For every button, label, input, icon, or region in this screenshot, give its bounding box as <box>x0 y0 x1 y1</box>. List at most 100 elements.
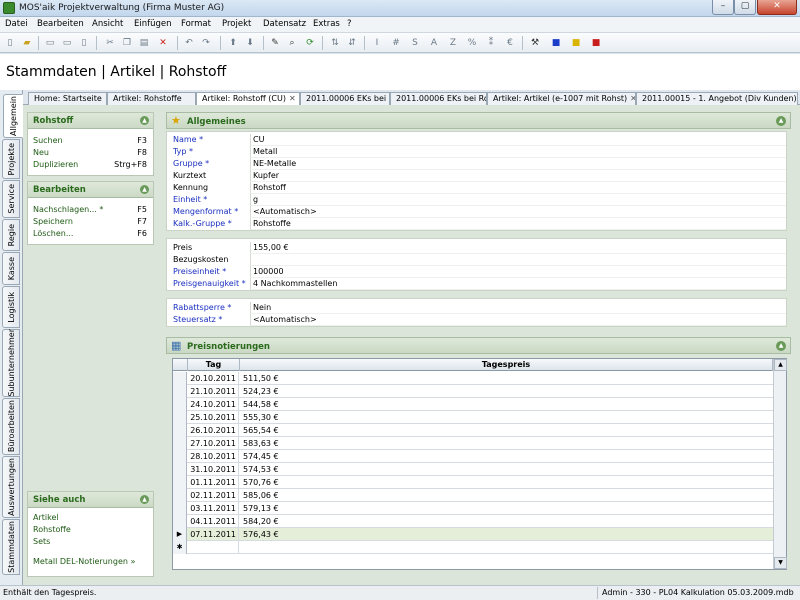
action-duplizieren[interactable]: Duplizieren Strg+F8 <box>28 159 153 171</box>
menu-extras[interactable]: Extras <box>313 19 340 29</box>
table-row[interactable]: 20.10.2011 511,50 € <box>173 372 773 385</box>
currency-icon[interactable]: € <box>503 36 517 50</box>
vtab-service[interactable]: Service <box>2 180 20 218</box>
row-selector[interactable] <box>173 385 187 398</box>
vtab-regie[interactable]: Regie <box>2 219 20 251</box>
cell-tagespreis[interactable]: 579,13 € <box>241 502 279 515</box>
cell-tagespreis[interactable]: 574,53 € <box>241 463 279 476</box>
cell-tagespreis[interactable]: 555,30 € <box>241 411 279 424</box>
tab-eks-bei-p[interactable]: 2011.00006 EKs bei P <box>300 92 390 105</box>
link-rohstoffe[interactable]: Rohstoffe <box>28 524 153 536</box>
cell-tag[interactable]: 03.11.2011 <box>188 502 239 515</box>
filter-icon[interactable]: ⚒ <box>528 36 542 50</box>
row-selector[interactable] <box>173 476 187 489</box>
tab-rohstoff-cu[interactable]: Artikel: Rohstoff (CU) ✕ <box>196 92 300 106</box>
decimals-icon[interactable]: ⁑ <box>484 36 498 50</box>
vtab-subunternehmer[interactable]: Subunternehmer <box>2 329 20 397</box>
sort-asc-icon[interactable]: ⇅ <box>328 36 342 50</box>
maximize-button[interactable]: ▢ <box>734 0 756 15</box>
table-row[interactable]: 04.11.2011 584,20 € <box>173 515 773 528</box>
menu-format[interactable]: Format <box>181 19 211 29</box>
arrow-down-icon[interactable]: ⬇ <box>243 36 257 50</box>
percent-icon[interactable]: % <box>465 36 479 50</box>
edit-pencil-icon[interactable]: ✎ <box>268 36 282 50</box>
cell-tagespreis[interactable]: 524,23 € <box>241 385 279 398</box>
vtab-logistik[interactable]: Logistik <box>2 286 20 328</box>
table-row[interactable]: 25.10.2011 555,30 € <box>173 411 773 424</box>
cell-tag[interactable]: 27.10.2011 <box>188 437 239 450</box>
row-selector[interactable] <box>173 463 187 476</box>
action-neu[interactable]: Neu F8 <box>28 147 153 159</box>
action-speichern[interactable]: Speichern F7 <box>28 216 153 228</box>
action-loeschen[interactable]: Löschen... F6 <box>28 228 153 240</box>
minimize-button[interactable]: – <box>712 0 734 15</box>
menu-projekt[interactable]: Projekt <box>222 19 251 29</box>
cell-tag[interactable]: 28.10.2011 <box>188 450 239 463</box>
collapse-icon[interactable]: ▲ <box>140 185 149 194</box>
a-format-icon[interactable]: A <box>427 36 441 50</box>
cell-tag[interactable]: 21.10.2011 <box>188 385 239 398</box>
cell-tag[interactable]: 25.10.2011 <box>188 411 239 424</box>
row-selector[interactable]: ▶ <box>173 528 187 541</box>
collapse-icon[interactable]: ▲ <box>776 116 786 126</box>
row-selector[interactable] <box>173 437 187 450</box>
close-button[interactable]: ✕ <box>757 0 797 15</box>
scroll-up-icon[interactable]: ▲ <box>774 359 787 371</box>
cell-tagespreis[interactable]: 570,76 € <box>241 476 279 489</box>
vtab-projekte[interactable]: Projekte <box>2 139 20 179</box>
vtab-bueroarbeiten[interactable]: Büroarbeiten <box>2 398 20 455</box>
tab-eks-bei-roh[interactable]: 2011.00006 EKs bei Roh <box>390 92 487 105</box>
menu-ansicht[interactable]: Ansicht <box>92 19 123 29</box>
table-row[interactable]: 26.10.2011 565,54 € <box>173 424 773 437</box>
vtab-stammdaten[interactable]: Stammdaten <box>2 519 20 575</box>
table-row[interactable]: 21.10.2011 524,23 € <box>173 385 773 398</box>
user-lock-blue-icon[interactable]: ■ <box>549 36 563 50</box>
tab-artikel-e1007[interactable]: Artikel: Artikel (e-1007 mit Rohst)✕ <box>487 92 636 105</box>
table-row[interactable]: 01.11.2011 570,76 € <box>173 476 773 489</box>
cell-tag[interactable]: 24.10.2011 <box>188 398 239 411</box>
arrow-up-icon[interactable]: ⬆ <box>226 36 240 50</box>
cell-tagespreis[interactable]: 511,50 € <box>241 372 279 385</box>
menu-bearbeiten[interactable]: Bearbeiten <box>37 19 84 29</box>
row-selector[interactable] <box>173 502 187 515</box>
cell-tagespreis[interactable]: 565,54 € <box>241 424 279 437</box>
vtab-auswertungen[interactable]: Auswertungen <box>2 456 20 518</box>
refresh-icon[interactable]: ⟳ <box>303 36 317 50</box>
cell-tag[interactable]: 07.11.2011 <box>188 528 239 541</box>
row-selector[interactable] <box>173 411 187 424</box>
cut-icon[interactable]: ✂ <box>103 36 117 50</box>
action-nachschlagen[interactable]: Nachschlagen... * F5 <box>28 204 153 216</box>
sort-desc-icon[interactable]: ⇵ <box>345 36 359 50</box>
open-folder-icon[interactable]: ▰ <box>20 36 34 50</box>
col-tag[interactable]: Tag <box>188 359 240 371</box>
s-format-icon[interactable]: S <box>408 36 422 50</box>
user-lock-yellow-icon[interactable]: ■ <box>569 36 583 50</box>
collapse-icon[interactable]: ▲ <box>140 495 149 504</box>
tab-angebot[interactable]: 2011.00015 - 1. Angebot (Div Kunden)✕ <box>636 92 798 105</box>
italic-icon[interactable]: I <box>370 36 384 50</box>
hash-icon[interactable]: # <box>389 36 403 50</box>
row-selector[interactable] <box>173 372 187 385</box>
table-row[interactable]: 03.11.2011 579,13 € <box>173 502 773 515</box>
scroll-down-icon[interactable]: ▼ <box>774 557 787 569</box>
cell-tagespreis[interactable]: 576,43 € <box>241 528 279 541</box>
vtab-allgemein[interactable]: Allgemein <box>3 94 23 138</box>
row-selector[interactable] <box>173 489 187 502</box>
cell-tagespreis[interactable]: 585,06 € <box>241 489 279 502</box>
cell-tag[interactable] <box>188 541 239 554</box>
menu-datei[interactable]: Datei <box>5 19 28 29</box>
z-format-icon[interactable]: Z <box>446 36 460 50</box>
table-row[interactable]: 28.10.2011 574,45 € <box>173 450 773 463</box>
cell-tagespreis[interactable]: 574,45 € <box>241 450 279 463</box>
link-metall-del[interactable]: Metall DEL-Notierungen » <box>28 556 153 568</box>
new-row[interactable]: ✱ <box>173 541 773 554</box>
action-suchen[interactable]: Suchen F3 <box>28 135 153 147</box>
menu-help[interactable]: ? <box>347 19 352 29</box>
cell-tag[interactable]: 01.11.2011 <box>188 476 239 489</box>
page-setup-icon[interactable]: ▯ <box>77 36 91 50</box>
collapse-icon[interactable]: ▲ <box>776 341 786 351</box>
cell-tag[interactable]: 26.10.2011 <box>188 424 239 437</box>
cell-tag[interactable]: 02.11.2011 <box>188 489 239 502</box>
tab-rohstoffe[interactable]: Artikel: Rohstoffe <box>107 92 196 105</box>
menu-datensatz[interactable]: Datensatz <box>263 19 306 29</box>
